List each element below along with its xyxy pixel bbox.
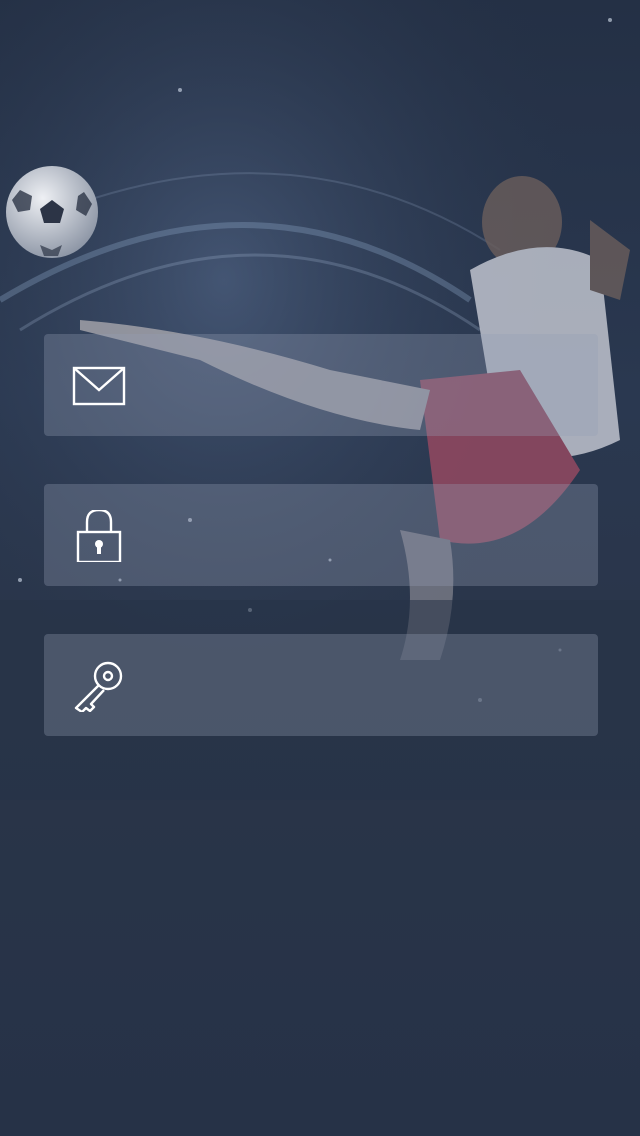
lock-icon <box>76 510 122 562</box>
mail-icon <box>72 366 126 406</box>
email-input[interactable] <box>154 334 574 436</box>
code-input[interactable] <box>154 634 574 736</box>
key-icon <box>74 661 123 712</box>
soccer-ball-illustration <box>6 166 98 258</box>
login-form <box>44 334 598 784</box>
password-field[interactable] <box>44 484 598 586</box>
login-screen <box>0 0 640 1136</box>
email-field[interactable] <box>44 334 598 436</box>
code-field[interactable] <box>44 634 598 736</box>
password-input[interactable] <box>154 484 574 586</box>
